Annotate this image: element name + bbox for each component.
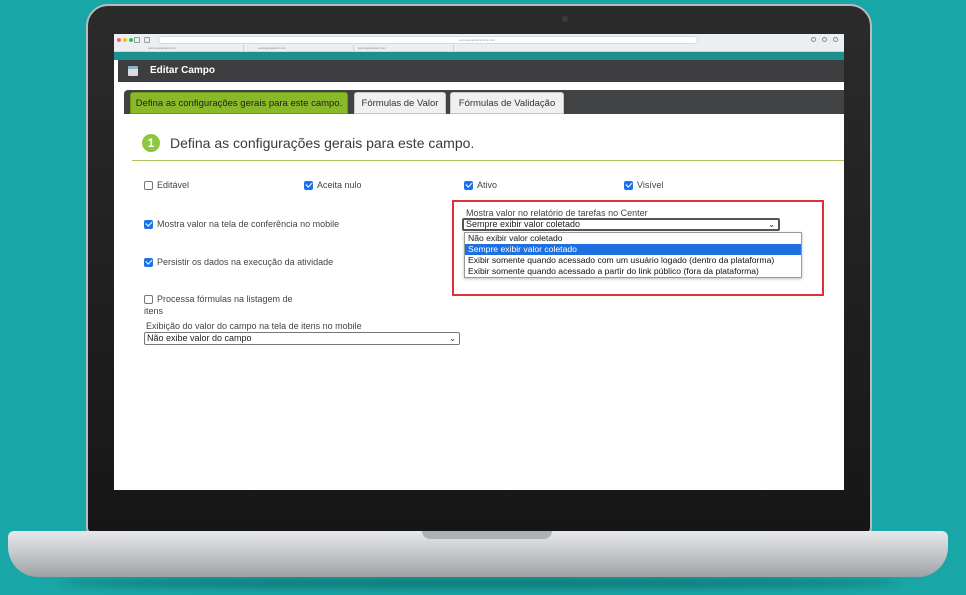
close-window-icon[interactable] <box>117 38 121 42</box>
chevron-down-icon: ⌄ <box>768 220 775 229</box>
aceita-nulo-checkbox[interactable]: Aceita nulo <box>304 180 362 190</box>
window-controls[interactable] <box>117 38 133 42</box>
mostra-valor-mobile-label: Mostra valor na tela de conferência no m… <box>157 219 340 229</box>
calendar-icon <box>128 66 138 76</box>
mobile-items-value: Não exibe valor do campo <box>147 333 252 343</box>
section-number-badge: 1 <box>142 134 160 152</box>
persistir-dados-checkbox[interactable]: Persistir os dados na execução da ativid… <box>144 257 333 267</box>
processa-formulas-label: Processa fórmulas na listagem de <box>157 294 293 304</box>
screen: www.gestaofacilonline.com www.gestaofaci… <box>114 34 844 490</box>
modal-title: Editar Campo <box>150 65 216 76</box>
browser-toolbar: www.gestaofacilonline.com www.gestaofaci… <box>114 34 844 52</box>
editavel-checkbox[interactable]: Editável <box>144 180 189 190</box>
relatorio-value: Sempre exibir valor coletado <box>466 219 581 229</box>
relatorio-label: Mostra valor no relatório de tarefas no … <box>466 208 648 218</box>
extension-icon[interactable] <box>811 37 816 42</box>
browser-actions <box>811 37 838 42</box>
relatorio-option-selected[interactable]: Sempre exibir valor coletado <box>465 244 801 255</box>
reload-icon[interactable] <box>822 37 827 42</box>
aceita-nulo-label: Aceita nulo <box>317 180 362 190</box>
relatorio-option[interactable]: Exibir somente quando acessado a partir … <box>465 266 801 277</box>
chevron-down-icon: ⌄ <box>449 334 456 343</box>
checkbox-checked[interactable] <box>304 180 313 190</box>
forward-icon[interactable] <box>144 37 150 43</box>
checkbox-unchecked[interactable] <box>144 180 153 190</box>
mostra-valor-mobile-checkbox[interactable]: Mostra valor na tela de conferência no m… <box>144 219 339 229</box>
relatorio-options-list: Não exibir valor coletado Sempre exibir … <box>464 232 802 278</box>
visivel-label: Visível <box>637 180 664 190</box>
checkbox-checked[interactable] <box>624 180 633 190</box>
modal-header: Editar Campo <box>118 60 844 82</box>
tabs-bar: Defina as configurações gerais para este… <box>124 90 844 114</box>
editavel-label: Editável <box>157 180 190 190</box>
laptop-notch <box>422 531 552 539</box>
relatorio-option[interactable]: Não exibir valor coletado <box>465 233 801 244</box>
laptop-shadow <box>60 577 900 589</box>
settings-icon[interactable] <box>833 37 838 42</box>
checkbox-unchecked[interactable] <box>144 294 153 304</box>
tab-formulas-validacao[interactable]: Fórmulas de Validação <box>450 92 564 114</box>
section-divider <box>132 160 844 161</box>
mobile-items-select[interactable]: Não exibe valor do campo ⌄ <box>144 332 460 345</box>
app-top-strip <box>114 52 844 60</box>
processa-formulas-label-cont: itens <box>144 306 164 316</box>
visivel-checkbox[interactable]: Visível <box>624 180 663 190</box>
browser-tab[interactable]: www.gestaofacil.com <box>144 45 244 51</box>
camera-icon <box>562 16 568 22</box>
browser-tab[interactable]: www.gestaofacil.com <box>354 45 454 51</box>
persistir-dados-label: Persistir os dados na execução da ativid… <box>157 257 334 267</box>
address-url: www.gestaofacilonline.com <box>459 38 496 42</box>
tab-formulas-valor[interactable]: Fórmulas de Valor <box>354 92 446 114</box>
mobile-items-label: Exibição do valor do campo na tela de it… <box>146 321 362 331</box>
browser-tabstrip: www.gestaofacil.com www.gestaofacil.com … <box>144 45 804 51</box>
relatorio-option[interactable]: Exibir somente quando acessado com um us… <box>465 255 801 266</box>
back-icon[interactable] <box>134 37 140 43</box>
browser-tab[interactable]: www.gestaofacil.com <box>254 45 354 51</box>
checkbox-checked[interactable] <box>464 180 473 190</box>
processa-formulas-checkbox[interactable]: Processa fórmulas na listagem de <box>144 294 293 304</box>
tab-configuracoes-gerais[interactable]: Defina as configurações gerais para este… <box>130 92 348 114</box>
address-bar[interactable]: www.gestaofacilonline.com <box>158 36 698 44</box>
laptop-base <box>8 531 948 577</box>
ativo-label: Ativo <box>477 180 498 190</box>
checkbox-checked[interactable] <box>144 257 153 267</box>
checkbox-checked[interactable] <box>144 219 153 229</box>
minimize-window-icon[interactable] <box>123 38 127 42</box>
maximize-window-icon[interactable] <box>129 38 133 42</box>
section-title: Defina as configurações gerais para este… <box>170 135 475 151</box>
relatorio-select[interactable]: Sempre exibir valor coletado ⌄ <box>462 218 780 231</box>
ativo-checkbox[interactable]: Ativo <box>464 180 497 190</box>
